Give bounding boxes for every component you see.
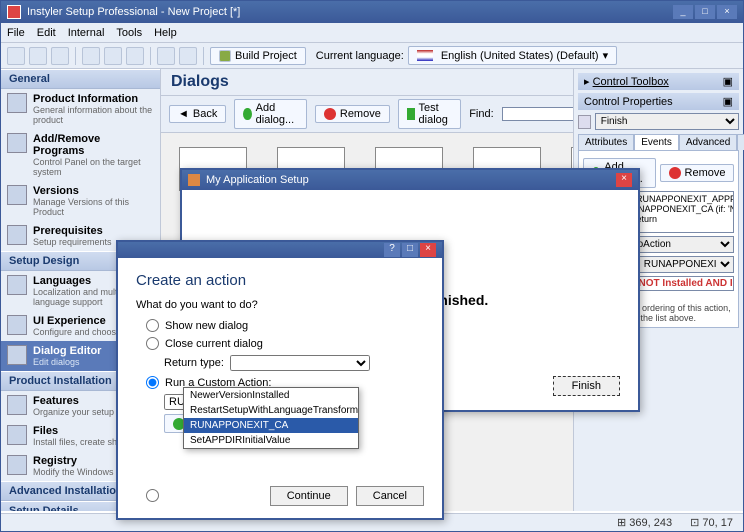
sidebar-item[interactable]: VersionsManage Versions of this Product xyxy=(1,181,160,221)
minimize-button[interactable]: _ xyxy=(673,5,693,19)
sidebar-item[interactable]: Product InformationGeneral information a… xyxy=(1,89,160,129)
control-properties-header: Control Properties▣ xyxy=(578,93,739,110)
tab-events[interactable]: Events xyxy=(634,134,679,150)
sidebar-item-icon xyxy=(7,315,27,335)
continue-button[interactable]: Continue xyxy=(270,486,348,506)
radio-close-dialog[interactable] xyxy=(146,337,159,350)
tool-paste[interactable] xyxy=(126,47,144,65)
remove-dialog-button[interactable]: Remove xyxy=(315,105,390,123)
flag-icon xyxy=(417,50,433,61)
minus-icon xyxy=(324,108,336,120)
sidebar-item-icon xyxy=(7,185,27,205)
minus-icon xyxy=(669,167,681,179)
menu-edit[interactable]: Edit xyxy=(37,27,56,39)
create-action-dialog: ? □ × Create an action What do you want … xyxy=(116,240,444,520)
tool-undo[interactable] xyxy=(157,47,175,65)
titlebar: Instyler Setup Professional - New Projec… xyxy=(1,1,743,23)
property-tabs: Attributes Events Advanced Easy xyxy=(578,134,739,151)
tool-cut[interactable] xyxy=(82,47,100,65)
finish-button[interactable]: Finish xyxy=(553,376,620,396)
test-dialog-button[interactable]: Test dialog xyxy=(398,99,461,129)
return-type-label: Return type: xyxy=(164,357,224,369)
tool-new[interactable] xyxy=(7,47,25,65)
sidebar-item-icon xyxy=(7,345,27,365)
tool-redo[interactable] xyxy=(179,47,197,65)
dropdown-item[interactable]: SetAPPDIRInitialValue xyxy=(184,433,358,448)
sidebar-item-icon xyxy=(7,133,27,153)
menu-help[interactable]: Help xyxy=(154,27,177,39)
sidebar-item-icon xyxy=(7,455,27,475)
add-dialog-button[interactable]: Add dialog... xyxy=(234,99,307,129)
window-title: Instyler Setup Professional - New Projec… xyxy=(27,6,240,18)
sidebar-header[interactable]: General xyxy=(1,69,160,89)
action-question: What do you want to do? xyxy=(136,299,424,311)
sidebar-item-icon xyxy=(7,395,27,415)
dropdown-item[interactable]: RUNAPPONEXIT_CA xyxy=(184,418,358,433)
plus-icon xyxy=(243,108,251,120)
language-selector[interactable]: English (United States) (Default) ▾ xyxy=(408,46,617,65)
setup-dialog-title: My Application Setup xyxy=(206,174,309,186)
tool-copy[interactable] xyxy=(104,47,122,65)
action-dialog-close[interactable]: × xyxy=(420,243,436,257)
radio-show-dialog[interactable] xyxy=(146,319,159,332)
control-toolbox-header[interactable]: ▸ Control Toolbox▣ xyxy=(578,73,739,90)
dropdown-item[interactable]: RestartSetupWithLanguageTransform xyxy=(184,403,358,418)
menu-tools[interactable]: Tools xyxy=(116,27,142,39)
back-button[interactable]: ◄ Back xyxy=(169,105,226,123)
sidebar-item-icon xyxy=(7,93,27,113)
return-type-select[interactable] xyxy=(230,355,370,371)
language-label: Current language: xyxy=(316,50,404,62)
radio-other[interactable] xyxy=(146,489,159,502)
sidebar-item-icon xyxy=(7,275,27,295)
dialogs-toolbar: ◄ Back Add dialog... Remove Test dialog … xyxy=(161,96,573,133)
build-project-button[interactable]: Build Project xyxy=(210,47,306,65)
setup-dialog-titlebar[interactable]: My Application Setup × xyxy=(182,170,638,190)
action-dialog-max[interactable]: □ xyxy=(402,243,418,257)
setup-dialog-icon xyxy=(188,174,200,186)
tool-open[interactable] xyxy=(29,47,47,65)
condition-input[interactable] xyxy=(637,276,734,291)
maximize-button[interactable]: □ xyxy=(695,5,715,19)
cancel-button[interactable]: Cancel xyxy=(356,486,424,506)
custom-action-dropdown: NewerVersionInstalledRestartSetupWithLan… xyxy=(183,387,359,449)
status-coords-2: ⊡ 70, 17 xyxy=(690,516,733,529)
control-icon xyxy=(578,115,591,129)
tool-save[interactable] xyxy=(51,47,69,65)
action-dialog-title: Create an action xyxy=(136,272,424,289)
control-selector[interactable]: Finish xyxy=(595,113,739,130)
find-label: Find: xyxy=(469,108,493,120)
setup-dialog-close[interactable]: × xyxy=(616,173,632,187)
radio-custom-action[interactable] xyxy=(146,376,159,389)
page-title: Dialogs xyxy=(161,69,573,96)
sidebar-item-icon xyxy=(7,225,27,245)
event-select[interactable]: DoAction xyxy=(624,236,734,253)
app-icon xyxy=(7,5,21,19)
find-input[interactable] xyxy=(502,107,573,121)
toolbar: Build Project Current language: English … xyxy=(1,43,743,69)
dropdown-item[interactable]: NewerVersionInstalled xyxy=(184,388,358,403)
tab-attributes[interactable]: Attributes xyxy=(578,134,634,150)
sidebar-item-icon xyxy=(7,425,27,445)
sidebar-item[interactable]: Add/Remove ProgramsControl Panel on the … xyxy=(1,129,160,181)
close-button[interactable]: × xyxy=(717,5,737,19)
action-dialog-help[interactable]: ? xyxy=(384,243,400,257)
argument-select[interactable]: RUNAPPONEXIT_CA xyxy=(638,256,734,273)
tab-easy[interactable]: Easy xyxy=(737,134,744,150)
check-icon xyxy=(407,108,415,120)
menubar: File Edit Internal Tools Help xyxy=(1,23,743,43)
remove-action-button[interactable]: Remove xyxy=(660,164,735,182)
tab-advanced[interactable]: Advanced xyxy=(679,134,737,150)
action-dialog-titlebar[interactable]: ? □ × xyxy=(118,242,442,258)
menu-file[interactable]: File xyxy=(7,27,25,39)
menu-internal[interactable]: Internal xyxy=(68,27,105,39)
status-coords-1: ⊞ 369, 243 xyxy=(617,516,672,529)
